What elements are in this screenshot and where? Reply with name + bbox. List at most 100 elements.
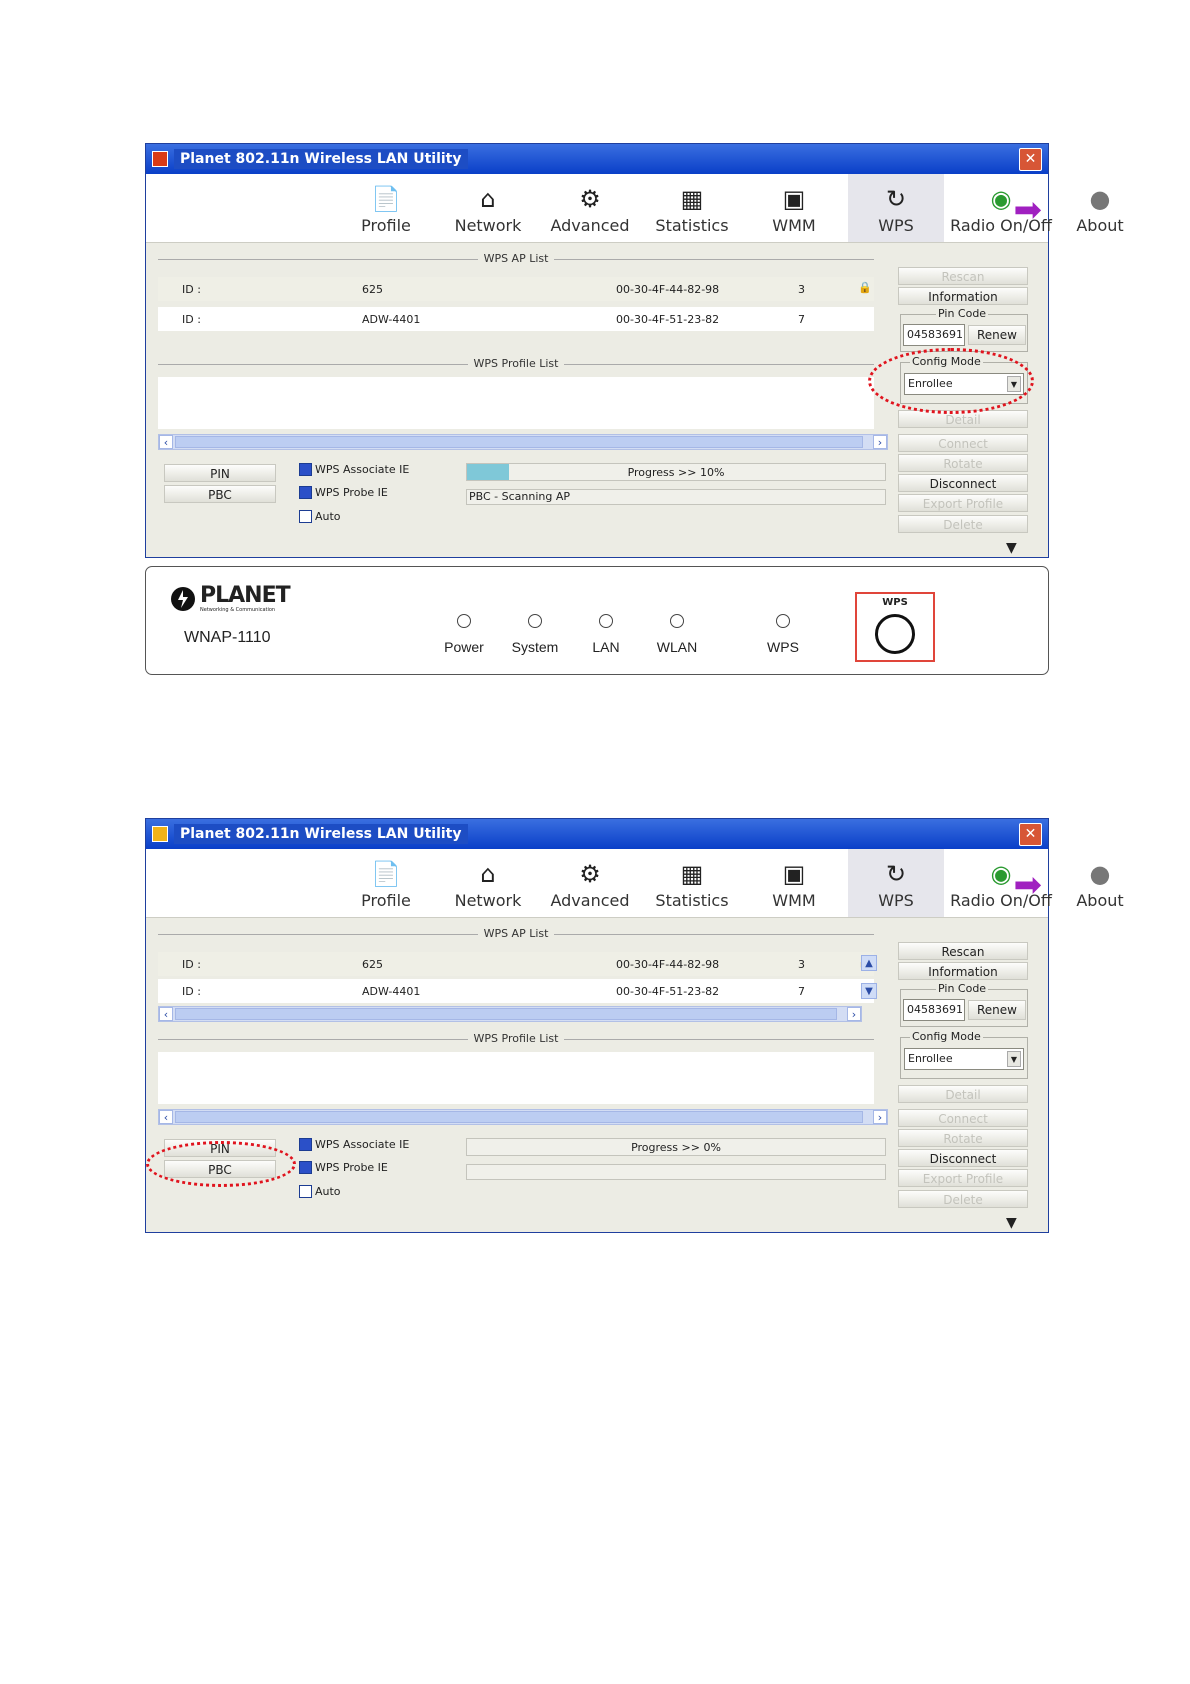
auto-checkbox[interactable]: Auto xyxy=(299,1185,341,1198)
scroll-thumb[interactable] xyxy=(175,1008,837,1020)
toolbar-label: WPS xyxy=(878,891,914,910)
rotate-button[interactable]: Rotate xyxy=(898,1129,1028,1147)
globe-icon: ● xyxy=(1089,185,1111,213)
toolbar-about[interactable]: ● About xyxy=(1056,180,1144,236)
wps-hardware-button-frame: WPS xyxy=(855,592,935,662)
scroll-left-icon[interactable]: ‹ xyxy=(159,1110,173,1124)
export-profile-button[interactable]: Export Profile xyxy=(898,494,1028,512)
progress-text: Progress >> 10% xyxy=(627,466,725,479)
scroll-thumb[interactable] xyxy=(175,1111,863,1123)
toolbar-wps[interactable]: ↻ WPS xyxy=(848,174,944,242)
next-arrow-icon[interactable]: ➡ xyxy=(1014,190,1043,230)
toolbar-wmm[interactable]: ▣ WMM xyxy=(746,855,842,911)
scroll-down-icon[interactable]: ▼ xyxy=(861,983,877,999)
profile-list[interactable] xyxy=(158,1052,874,1104)
toolbar-network[interactable]: ⌂ Network xyxy=(440,855,536,911)
toolbar-label: About xyxy=(1076,216,1124,235)
router-icon: ⌂ xyxy=(480,185,496,213)
next-arrow-icon[interactable]: ➡ xyxy=(1014,865,1043,905)
renew-button[interactable]: Renew xyxy=(968,1000,1026,1020)
progress-text: Progress >> 0% xyxy=(631,1141,721,1154)
profile-hscroll[interactable]: ‹ › xyxy=(158,1109,888,1125)
rescan-button[interactable]: Rescan xyxy=(898,942,1028,960)
scroll-right-icon[interactable]: › xyxy=(847,1007,861,1021)
disconnect-button[interactable]: Disconnect xyxy=(898,474,1028,492)
toolbar-profile[interactable]: 📄 Profile xyxy=(338,855,434,911)
channel: 7 xyxy=(798,313,805,326)
wps-hardware-button[interactable] xyxy=(875,614,915,654)
rescan-button[interactable]: Rescan xyxy=(898,267,1028,285)
ap-row[interactable]: ID : ADW-4401 00-30-4F-51-23-82 7 xyxy=(158,979,874,1003)
planet-logo-icon xyxy=(171,587,195,611)
pin-code-field[interactable]: 04583691 xyxy=(903,999,965,1021)
wps-probe-ie-checkbox[interactable]: WPS Probe IE xyxy=(299,486,388,499)
ap-row[interactable]: ID : 625 00-30-4F-44-82-98 3 🔒 xyxy=(158,277,874,301)
scroll-right-icon[interactable]: › xyxy=(873,1110,887,1124)
toolbar-statistics[interactable]: ▦ Statistics xyxy=(644,180,740,236)
wps-associate-ie-checkbox[interactable]: WPS Associate IE xyxy=(299,463,409,476)
id-label: ID : xyxy=(182,958,201,971)
auto-checkbox[interactable]: Auto xyxy=(299,510,341,523)
pin-code-field[interactable]: 04583691 xyxy=(903,324,965,346)
app-icon xyxy=(152,151,168,167)
scroll-left-icon[interactable]: ‹ xyxy=(159,1007,173,1021)
ap-row[interactable]: ID : 625 00-30-4F-44-82-98 3 🔒 xyxy=(158,952,874,976)
export-profile-button[interactable]: Export Profile xyxy=(898,1169,1028,1187)
toolbar-profile[interactable]: 📄 Profile xyxy=(338,180,434,236)
renew-button[interactable]: Renew xyxy=(968,325,1026,345)
device-front-panel: PLANET Networking & Communication WNAP-1… xyxy=(145,566,1049,675)
checkbox[interactable] xyxy=(299,1161,312,1174)
connect-button[interactable]: Connect xyxy=(898,434,1028,452)
mac: 00-30-4F-44-82-98 xyxy=(616,283,720,296)
lock-icon: 🔒 xyxy=(858,281,872,294)
close-button[interactable]: ✕ xyxy=(1019,822,1042,846)
checkbox-label: WPS Probe IE xyxy=(315,1161,388,1174)
scroll-down-icon[interactable]: ▼ xyxy=(1006,1215,1017,1231)
pin-button[interactable]: PIN xyxy=(164,464,276,482)
toolbar-advanced[interactable]: ⚙ Advanced xyxy=(542,855,638,911)
ssid: 625 xyxy=(362,958,383,971)
toolbar-statistics[interactable]: ▦ Statistics xyxy=(644,855,740,911)
profile-hscroll[interactable]: ‹ › xyxy=(158,434,888,450)
pbc-button[interactable]: PBC xyxy=(164,485,276,503)
toolbar-wps[interactable]: ↻ WPS xyxy=(848,849,944,917)
checkbox[interactable] xyxy=(299,510,312,523)
information-button[interactable]: Information xyxy=(898,962,1028,980)
checkbox[interactable] xyxy=(299,1185,312,1198)
detail-button[interactable]: Detail xyxy=(898,1085,1028,1103)
disconnect-button[interactable]: Disconnect xyxy=(898,1149,1028,1167)
close-button[interactable]: ✕ xyxy=(1019,147,1042,171)
checkbox[interactable] xyxy=(299,486,312,499)
toolbar-about[interactable]: ● About xyxy=(1056,855,1144,911)
ap-row[interactable]: ID : ADW-4401 00-30-4F-51-23-82 7 xyxy=(158,307,874,331)
delete-button[interactable]: Delete xyxy=(898,515,1028,533)
toolbar-label: Advanced xyxy=(550,891,630,910)
connect-button[interactable]: Connect xyxy=(898,1109,1028,1127)
config-mode-select[interactable]: Enrollee ▼ xyxy=(904,1048,1024,1070)
profile-list[interactable] xyxy=(158,377,874,429)
scroll-thumb[interactable] xyxy=(175,436,863,448)
toolbar-network[interactable]: ⌂ Network xyxy=(440,180,536,236)
wps-probe-ie-checkbox[interactable]: WPS Probe IE xyxy=(299,1161,388,1174)
scroll-left-icon[interactable]: ‹ xyxy=(159,435,173,449)
scroll-up-icon[interactable]: ▲ xyxy=(861,955,877,971)
wps-led xyxy=(776,614,790,628)
checkbox[interactable] xyxy=(299,463,312,476)
scroll-down-icon[interactable]: ▼ xyxy=(1006,540,1017,556)
checkbox[interactable] xyxy=(299,1138,312,1151)
section-title: WPS Profile List xyxy=(467,357,565,370)
chevron-down-icon[interactable]: ▼ xyxy=(1007,1051,1021,1067)
information-button[interactable]: Information xyxy=(898,287,1028,305)
mac: 00-30-4F-51-23-82 xyxy=(616,985,720,998)
ap-hscroll[interactable]: ‹ › xyxy=(158,1006,862,1022)
toolbar-wmm[interactable]: ▣ WMM xyxy=(746,180,842,236)
channel: 3 xyxy=(798,283,805,296)
wps-associate-ie-checkbox[interactable]: WPS Associate IE xyxy=(299,1138,409,1151)
ssid: 625 xyxy=(362,283,383,296)
delete-button[interactable]: Delete xyxy=(898,1190,1028,1208)
rotate-button[interactable]: Rotate xyxy=(898,454,1028,472)
toolbar-label: Network xyxy=(454,891,522,910)
scroll-right-icon[interactable]: › xyxy=(873,435,887,449)
toolbar-advanced[interactable]: ⚙ Advanced xyxy=(542,180,638,236)
id-label: ID : xyxy=(182,985,201,998)
